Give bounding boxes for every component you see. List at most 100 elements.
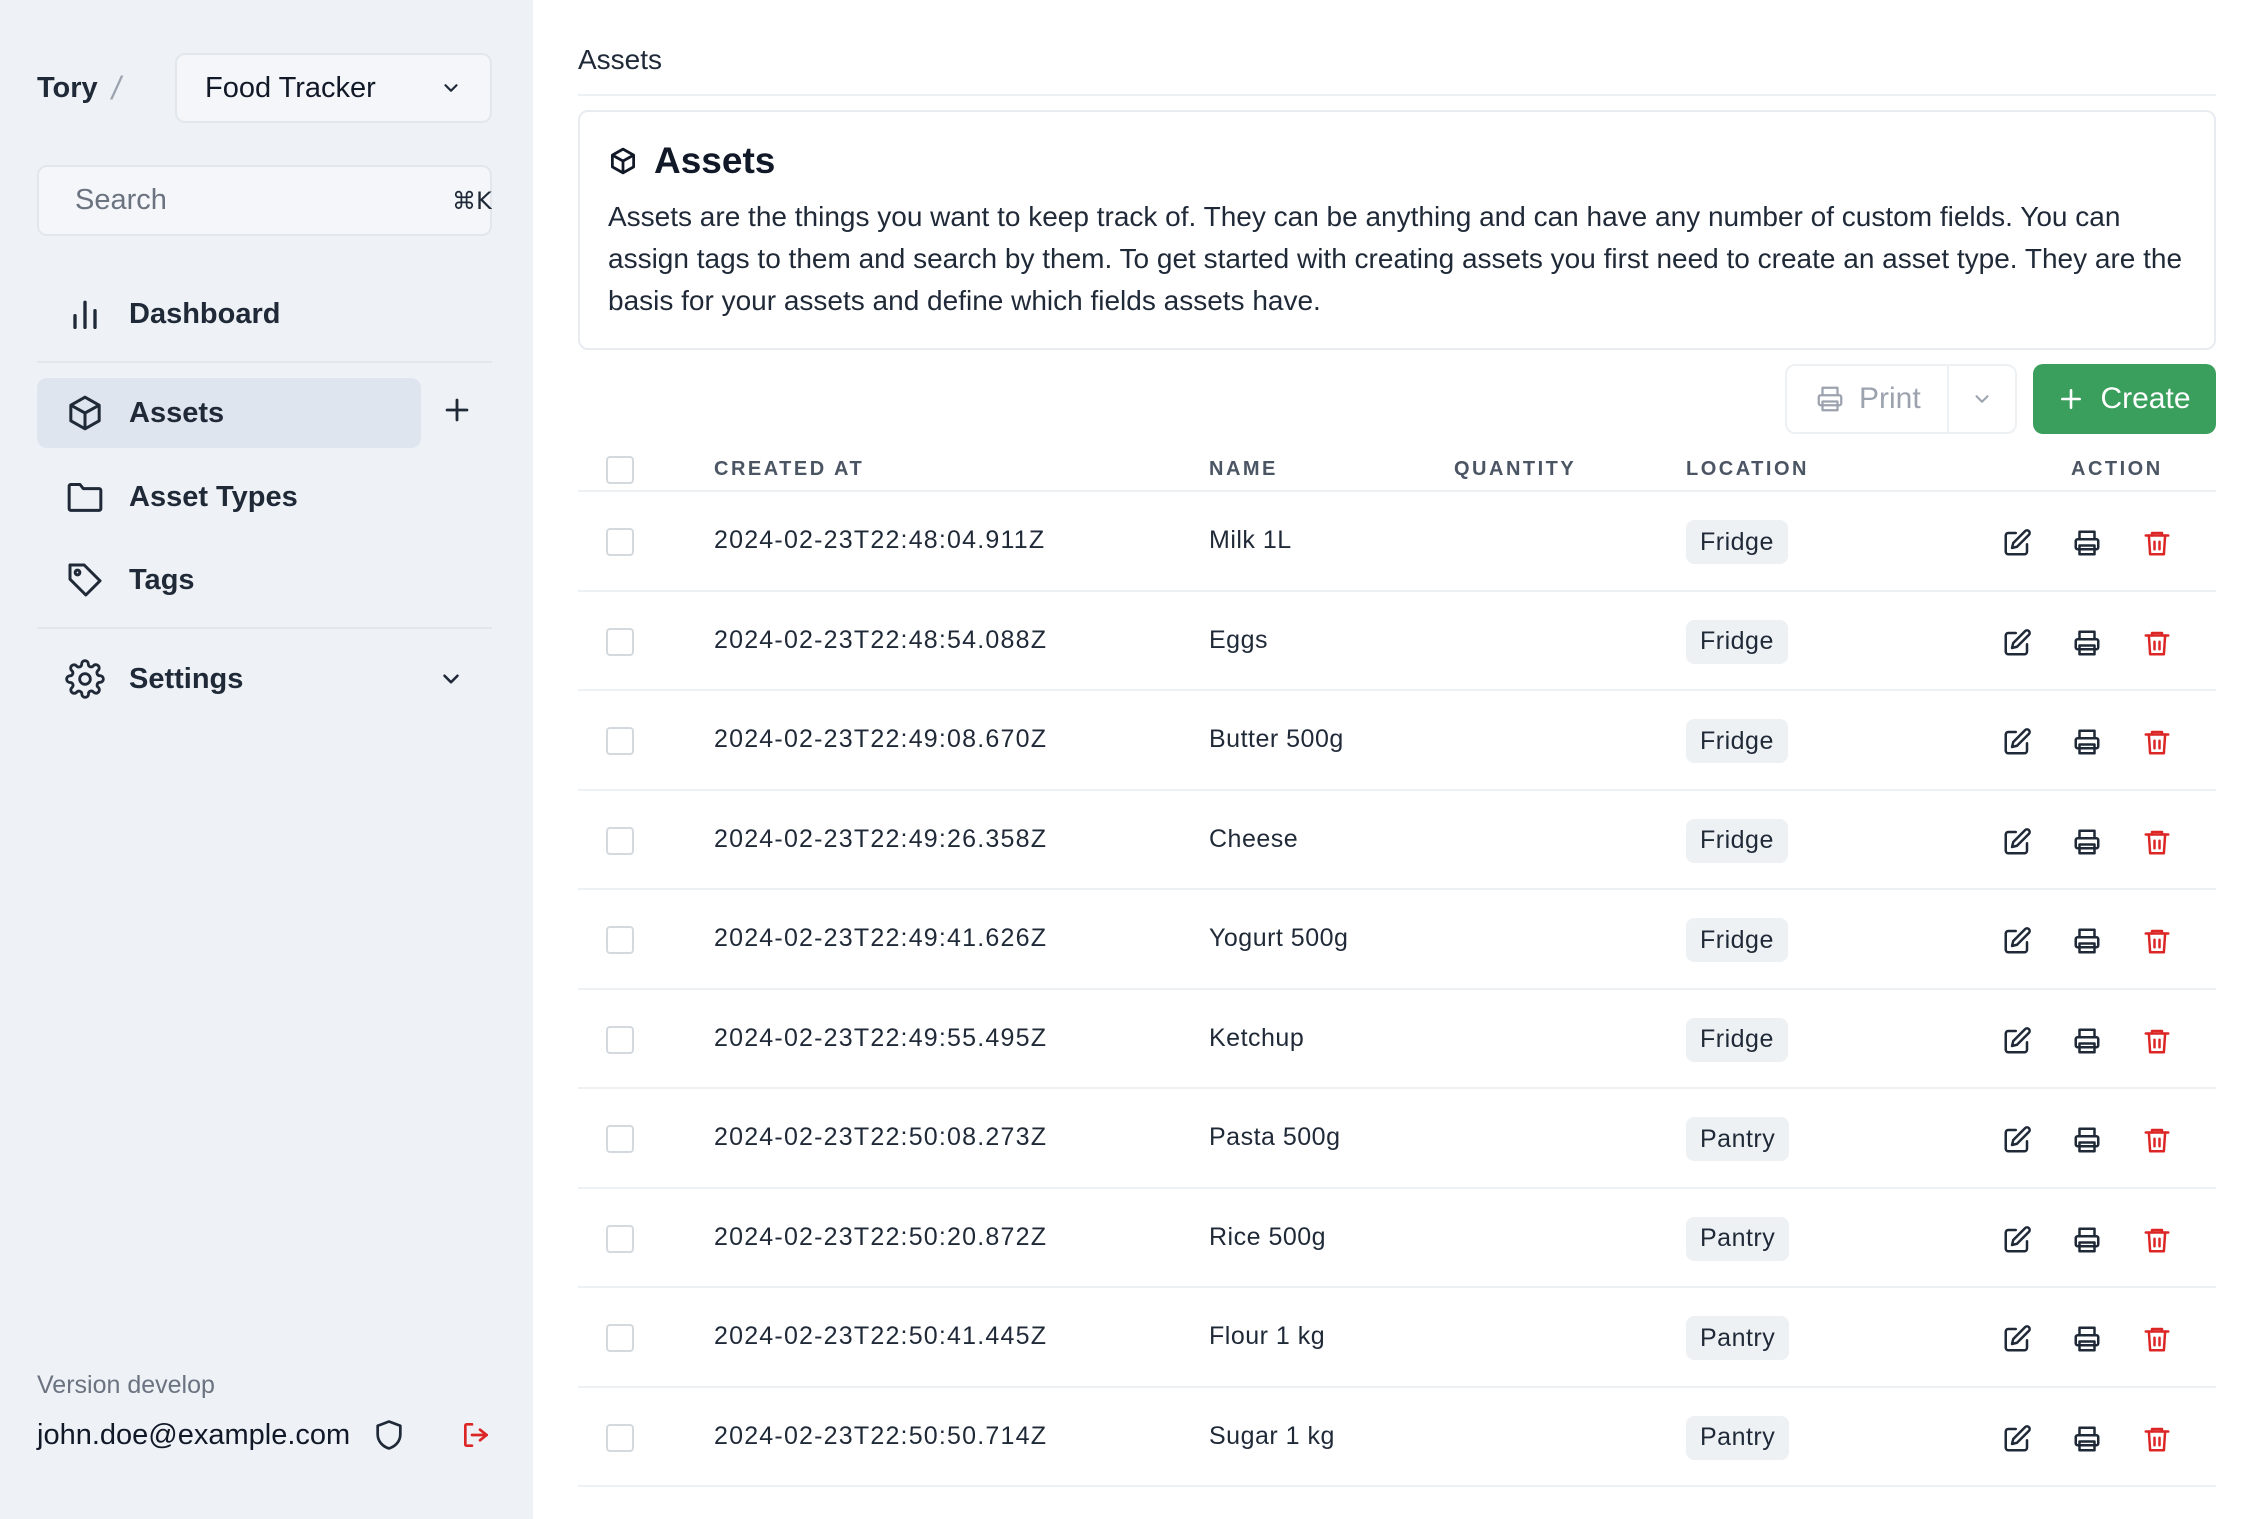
cell-created-at: 2024-02-23T22:50:50.714Z	[714, 1421, 1048, 1450]
cell-name: Ketchup	[1209, 1023, 1305, 1052]
edit-icon[interactable]	[2002, 827, 2032, 857]
table-row[interactable]: 2024-02-23T22:49:55.495Z Ketchup Fridge	[578, 990, 2216, 1089]
user-footer: john.doe@example.com	[37, 1418, 492, 1452]
cell-created-at: 2024-02-23T22:50:41.445Z	[714, 1322, 1048, 1350]
table-row[interactable]: 2024-02-23T22:49:41.626Z Yogurt 500g Fri…	[578, 890, 2216, 990]
create-button[interactable]: Create	[2033, 364, 2216, 434]
edit-icon[interactable]	[2002, 727, 2032, 757]
logout-icon[interactable]	[460, 1419, 492, 1451]
tag-icon	[68, 563, 102, 597]
row-checkbox[interactable]	[606, 1025, 634, 1054]
printer-icon[interactable]	[2072, 827, 2102, 857]
edit-icon[interactable]	[2002, 1026, 2032, 1056]
create-label: Create	[2100, 382, 2191, 415]
cell-created-at: 2024-02-23T22:48:04.911Z	[714, 526, 1046, 554]
row-checkbox[interactable]	[606, 926, 634, 954]
print-options-button[interactable]	[1949, 366, 2015, 432]
cell-name: Flour 1 kg	[1209, 1322, 1326, 1350]
project-select[interactable]: Food Tracker	[175, 53, 492, 123]
trash-icon[interactable]	[2142, 926, 2172, 956]
trash-icon[interactable]	[2142, 727, 2172, 757]
nav-item-dashboard[interactable]: Dashboard	[37, 279, 421, 349]
row-checkbox[interactable]	[606, 826, 634, 855]
cell-created-at: 2024-02-23T22:49:55.495Z	[714, 1023, 1048, 1052]
printer-icon[interactable]	[2072, 1026, 2102, 1056]
trash-icon[interactable]	[2142, 528, 2172, 558]
column-header-location[interactable]: LOCATION	[1686, 458, 1809, 481]
edit-icon[interactable]	[2002, 528, 2032, 558]
table-row[interactable]: 2024-02-23T22:50:41.445Z Flour 1 kg Pant…	[578, 1288, 2216, 1388]
trash-icon[interactable]	[2142, 628, 2172, 658]
edit-icon[interactable]	[2002, 1424, 2032, 1454]
nav-label-asset-types: Asset Types	[129, 480, 298, 513]
row-checkbox[interactable]	[606, 528, 634, 556]
nav-item-settings[interactable]: Settings	[37, 644, 421, 714]
print-label: Print	[1859, 382, 1921, 415]
column-header-name[interactable]: NAME	[1209, 458, 1278, 481]
nav-item-asset-types[interactable]: Asset Types	[37, 462, 421, 532]
table-row[interactable]: 2024-02-23T22:49:26.358Z Cheese Fridge	[578, 791, 2216, 890]
search-input[interactable]	[75, 184, 452, 217]
trash-icon[interactable]	[2142, 1125, 2172, 1155]
row-checkbox[interactable]	[606, 627, 634, 656]
cell-name: Rice 500g	[1209, 1222, 1327, 1251]
bar-chart-icon	[73, 300, 97, 329]
cell-name: Sugar 1 kg	[1209, 1421, 1335, 1450]
sidebar: Tory / Food Tracker ⌘K Dashboard Assets …	[0, 0, 533, 1519]
table-header: CREATED AT NAME QUANTITY LOCATION ACTION	[578, 440, 2216, 492]
trash-icon[interactable]	[2142, 1424, 2172, 1454]
edit-icon[interactable]	[2002, 1225, 2032, 1255]
trash-icon[interactable]	[2142, 1225, 2172, 1255]
edit-icon[interactable]	[2002, 628, 2032, 658]
location-badge: Fridge	[1686, 818, 1788, 863]
folder-icon	[67, 483, 103, 512]
printer-icon[interactable]	[2072, 528, 2102, 558]
divider	[578, 94, 2216, 96]
print-button[interactable]: Print	[1787, 366, 1947, 432]
cube-icon	[611, 147, 635, 175]
row-checkbox[interactable]	[606, 1224, 634, 1253]
nav-item-assets[interactable]: Assets	[37, 378, 421, 448]
trash-icon[interactable]	[2142, 1324, 2172, 1354]
row-checkbox[interactable]	[606, 1423, 634, 1452]
printer-icon[interactable]	[2072, 1324, 2102, 1354]
search-bar[interactable]: ⌘K	[37, 165, 492, 236]
nav-label-assets: Assets	[129, 396, 225, 429]
printer-icon[interactable]	[2072, 1225, 2102, 1255]
location-badge: Pantry	[1686, 1216, 1790, 1261]
printer-icon[interactable]	[2072, 1424, 2102, 1454]
location-badge: Fridge	[1686, 520, 1788, 564]
table-row[interactable]: 2024-02-23T22:50:50.714Z Sugar 1 kg Pant…	[578, 1388, 2216, 1487]
table-row[interactable]: 2024-02-23T22:48:54.088Z Eggs Fridge	[578, 592, 2216, 691]
nav-item-tags[interactable]: Tags	[37, 545, 421, 615]
cell-created-at: 2024-02-23T22:49:26.358Z	[714, 824, 1048, 853]
print-button-group: Print	[1785, 364, 2017, 434]
printer-icon[interactable]	[2072, 1125, 2102, 1155]
printer-icon	[1817, 386, 1843, 412]
plus-icon[interactable]	[440, 393, 474, 427]
row-checkbox[interactable]	[606, 1125, 634, 1153]
printer-icon[interactable]	[2072, 926, 2102, 956]
edit-icon[interactable]	[2002, 1125, 2032, 1155]
table-row[interactable]: 2024-02-23T22:49:08.670Z Butter 500g Fri…	[578, 691, 2216, 791]
printer-icon[interactable]	[2072, 628, 2102, 658]
edit-icon[interactable]	[2002, 1324, 2032, 1354]
chevron-down-icon[interactable]	[438, 666, 464, 692]
row-checkbox[interactable]	[606, 727, 634, 755]
trash-icon[interactable]	[2142, 827, 2172, 857]
trash-icon[interactable]	[2142, 1026, 2172, 1056]
printer-icon[interactable]	[2072, 727, 2102, 757]
cell-name: Milk 1L	[1209, 526, 1292, 554]
table-row[interactable]: 2024-02-23T22:50:08.273Z Pasta 500g Pant…	[578, 1089, 2216, 1189]
edit-icon[interactable]	[2002, 926, 2032, 956]
page-title: Assets	[608, 140, 2186, 182]
assets-table: CREATED AT NAME QUANTITY LOCATION ACTION…	[578, 440, 2216, 1487]
column-header-quantity[interactable]: QUANTITY	[1454, 458, 1576, 481]
row-checkbox[interactable]	[606, 1324, 634, 1352]
shield-icon[interactable]	[372, 1418, 406, 1452]
team-name[interactable]: Tory	[37, 72, 98, 105]
select-all-checkbox[interactable]	[606, 456, 634, 484]
column-header-created-at[interactable]: CREATED AT	[714, 458, 864, 481]
table-row[interactable]: 2024-02-23T22:50:20.872Z Rice 500g Pantr…	[578, 1189, 2216, 1288]
table-row[interactable]: 2024-02-23T22:48:04.911Z Milk 1L Fridge	[578, 492, 2216, 592]
